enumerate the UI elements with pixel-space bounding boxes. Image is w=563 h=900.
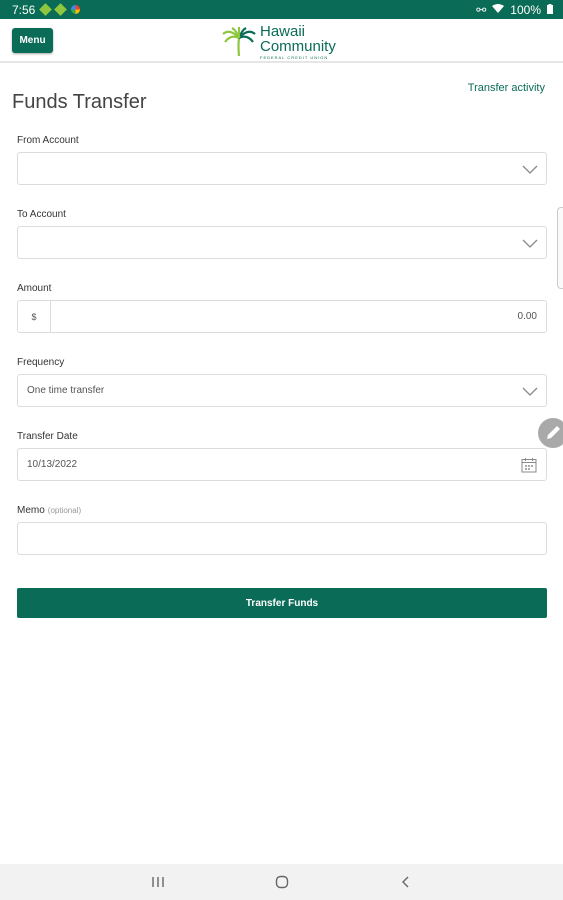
status-bar: 7:56 ⚯ 100% xyxy=(0,0,563,19)
menu-button[interactable]: Menu xyxy=(12,28,53,53)
notification-icon xyxy=(54,3,68,16)
hawaii-community-logo: Hawaii Community FEDERAL CREDIT UNION xyxy=(222,23,336,61)
memo-input[interactable] xyxy=(17,522,547,555)
logo-text: Hawaii Community FEDERAL CREDIT UNION xyxy=(260,23,336,60)
chrome-icon xyxy=(71,5,81,14)
amount-field[interactable]: $ 0.00 xyxy=(17,300,547,333)
wifi-icon xyxy=(492,3,505,17)
android-nav-bar xyxy=(0,864,563,900)
amount-label: Amount xyxy=(17,283,52,294)
edit-button[interactable] xyxy=(538,418,563,448)
frequency-label: Frequency xyxy=(17,357,65,368)
status-time: 7:56 xyxy=(12,2,36,17)
battery-percent: 100% xyxy=(510,2,541,17)
app-header: Menu Hawaii Community FEDERAL CREDIT UNI… xyxy=(0,19,563,63)
memo-label: Memo (optional) xyxy=(17,505,82,516)
from-account-label: From Account xyxy=(17,135,79,146)
optional-hint: (optional) xyxy=(47,506,82,515)
transfer-activity-link[interactable]: Transfer activity xyxy=(468,82,545,94)
recents-icon[interactable] xyxy=(151,876,165,888)
home-icon[interactable] xyxy=(275,875,289,889)
back-icon[interactable] xyxy=(399,875,413,889)
pencil-icon xyxy=(547,426,560,439)
amount-input[interactable]: 0.00 xyxy=(51,311,546,322)
edge-panel-handle[interactable] xyxy=(557,207,563,289)
page-title: Funds Transfer xyxy=(12,91,147,114)
from-account-select[interactable] xyxy=(17,152,547,185)
transfer-funds-button[interactable]: Transfer Funds xyxy=(17,588,547,618)
chevron-down-icon xyxy=(522,387,538,396)
link-icon: ⚯ xyxy=(476,2,487,17)
frequency-value: One time transfer xyxy=(27,385,105,396)
transfer-date-input[interactable]: 10/13/2022 xyxy=(17,448,547,481)
battery-icon xyxy=(547,3,553,17)
transfer-date-value: 10/13/2022 xyxy=(27,459,78,470)
currency-symbol: $ xyxy=(18,301,51,332)
palm-tree-icon xyxy=(222,27,256,57)
frequency-select[interactable]: One time transfer xyxy=(17,374,547,407)
to-account-label: To Account xyxy=(17,209,66,220)
chevron-down-icon xyxy=(522,165,538,174)
to-account-select[interactable] xyxy=(17,226,547,259)
transfer-date-label: Transfer Date xyxy=(17,431,78,442)
notification-icon xyxy=(39,3,53,16)
chevron-down-icon xyxy=(522,239,538,248)
calendar-icon[interactable] xyxy=(521,457,537,473)
